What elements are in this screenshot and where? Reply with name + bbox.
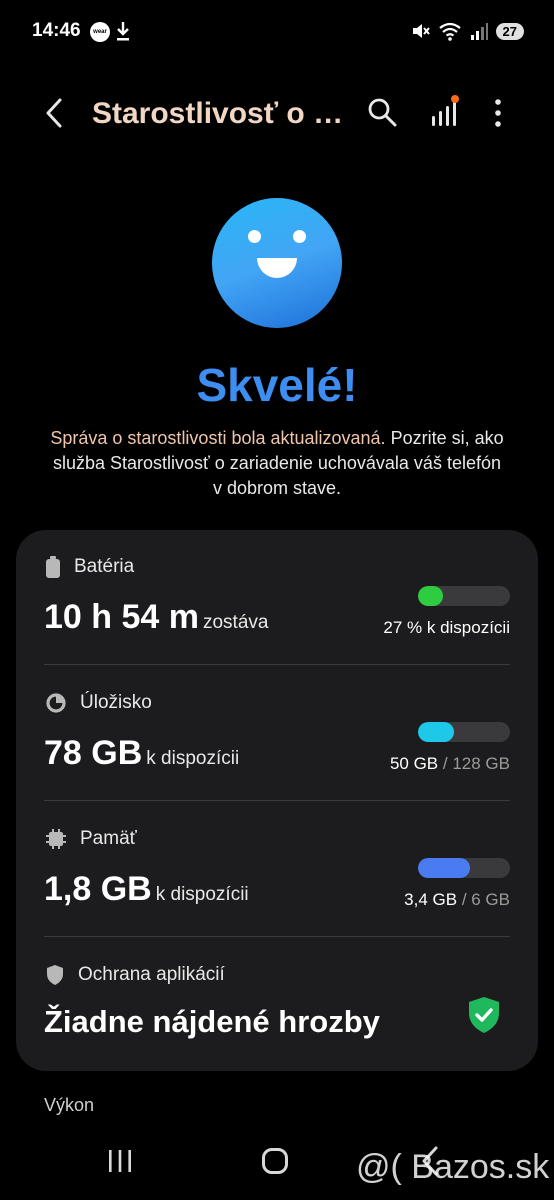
- battery-bar-fill: [418, 586, 443, 606]
- battery-bar: [418, 586, 510, 606]
- more-options-icon[interactable]: [484, 96, 512, 130]
- memory-chip-icon: [46, 829, 66, 849]
- status-icons: 27: [410, 20, 524, 42]
- storage-value: 78 GB k dispozícii: [44, 734, 240, 772]
- performance-section-label: Výkon: [44, 1095, 95, 1115]
- happy-face-icon: [212, 198, 342, 328]
- shield-icon: [47, 965, 63, 985]
- status-bar: 14:46 wear 27: [0, 0, 554, 64]
- memory-section[interactable]: Pamäť 1,8 GB k dispozícii 3,4 GB / 6 GB: [16, 828, 538, 938]
- memory-info: 3,4 GB / 6 GB: [404, 890, 510, 909]
- storage-bar: [418, 722, 510, 742]
- status-time: 14:46: [32, 20, 81, 41]
- download-icon: [117, 22, 129, 41]
- storage-section[interactable]: Úložisko 78 GB k dispozícii 50 GB / 128 G…: [16, 692, 538, 802]
- search-icon[interactable]: [366, 96, 398, 128]
- battery-level: 27: [495, 22, 524, 40]
- battery-info: 27 % k dispozícii: [383, 618, 510, 637]
- status-headline: Skvelé!: [196, 359, 358, 411]
- app-bar: Starostlivosť o zariadenie: [0, 80, 554, 144]
- battery-icon: [46, 556, 60, 578]
- shield-check-icon: [469, 997, 499, 1033]
- page-title: Starostlivosť o zariadenie: [92, 97, 348, 130]
- storage-label: Úložisko: [80, 692, 152, 713]
- back-arrow-icon[interactable]: [40, 96, 70, 130]
- recents-icon[interactable]: [106, 1150, 134, 1172]
- memory-value: 1,8 GB k dispozícii: [44, 870, 249, 908]
- wifi-icon: [438, 22, 461, 41]
- mute-icon: [412, 24, 430, 38]
- cell-signal-icon: [470, 23, 488, 40]
- storage-info: 50 GB / 128 GB: [389, 754, 510, 773]
- home-button[interactable]: [262, 1148, 288, 1174]
- battery-value: 10 h 54 m zostáva: [44, 598, 269, 636]
- memory-bar: [418, 858, 510, 878]
- device-care-card: Batéria 10 h 54 m zostáva 27 % k dispozíc…: [16, 530, 538, 1071]
- wear-icon: wear: [90, 22, 110, 42]
- status-description: Správa o starostlivosti bola aktualizova…: [48, 426, 506, 501]
- battery-section[interactable]: Batéria 10 h 54 m zostáva 27 % k dispozíc…: [16, 556, 538, 666]
- memory-bar-fill: [418, 858, 471, 878]
- storage-icon: [46, 693, 66, 713]
- memory-label: Pamäť: [80, 828, 137, 849]
- divider: [44, 664, 510, 665]
- watermark: @( Bazos.sk: [356, 1148, 550, 1186]
- app-protection-status: Žiadne nájdené hrozby: [44, 1004, 380, 1039]
- storage-bar-fill: [418, 722, 454, 742]
- divider: [44, 936, 510, 937]
- diagnostics-icon[interactable]: [428, 94, 462, 128]
- report-link[interactable]: Správa o starostlivosti bola aktualizova…: [50, 428, 385, 448]
- battery-label: Batéria: [74, 556, 135, 577]
- app-protection-section[interactable]: Ochrana aplikácií Žiadne nájdené hrozby: [16, 964, 538, 1064]
- app-protection-label: Ochrana aplikácií: [78, 964, 225, 985]
- divider: [44, 800, 510, 801]
